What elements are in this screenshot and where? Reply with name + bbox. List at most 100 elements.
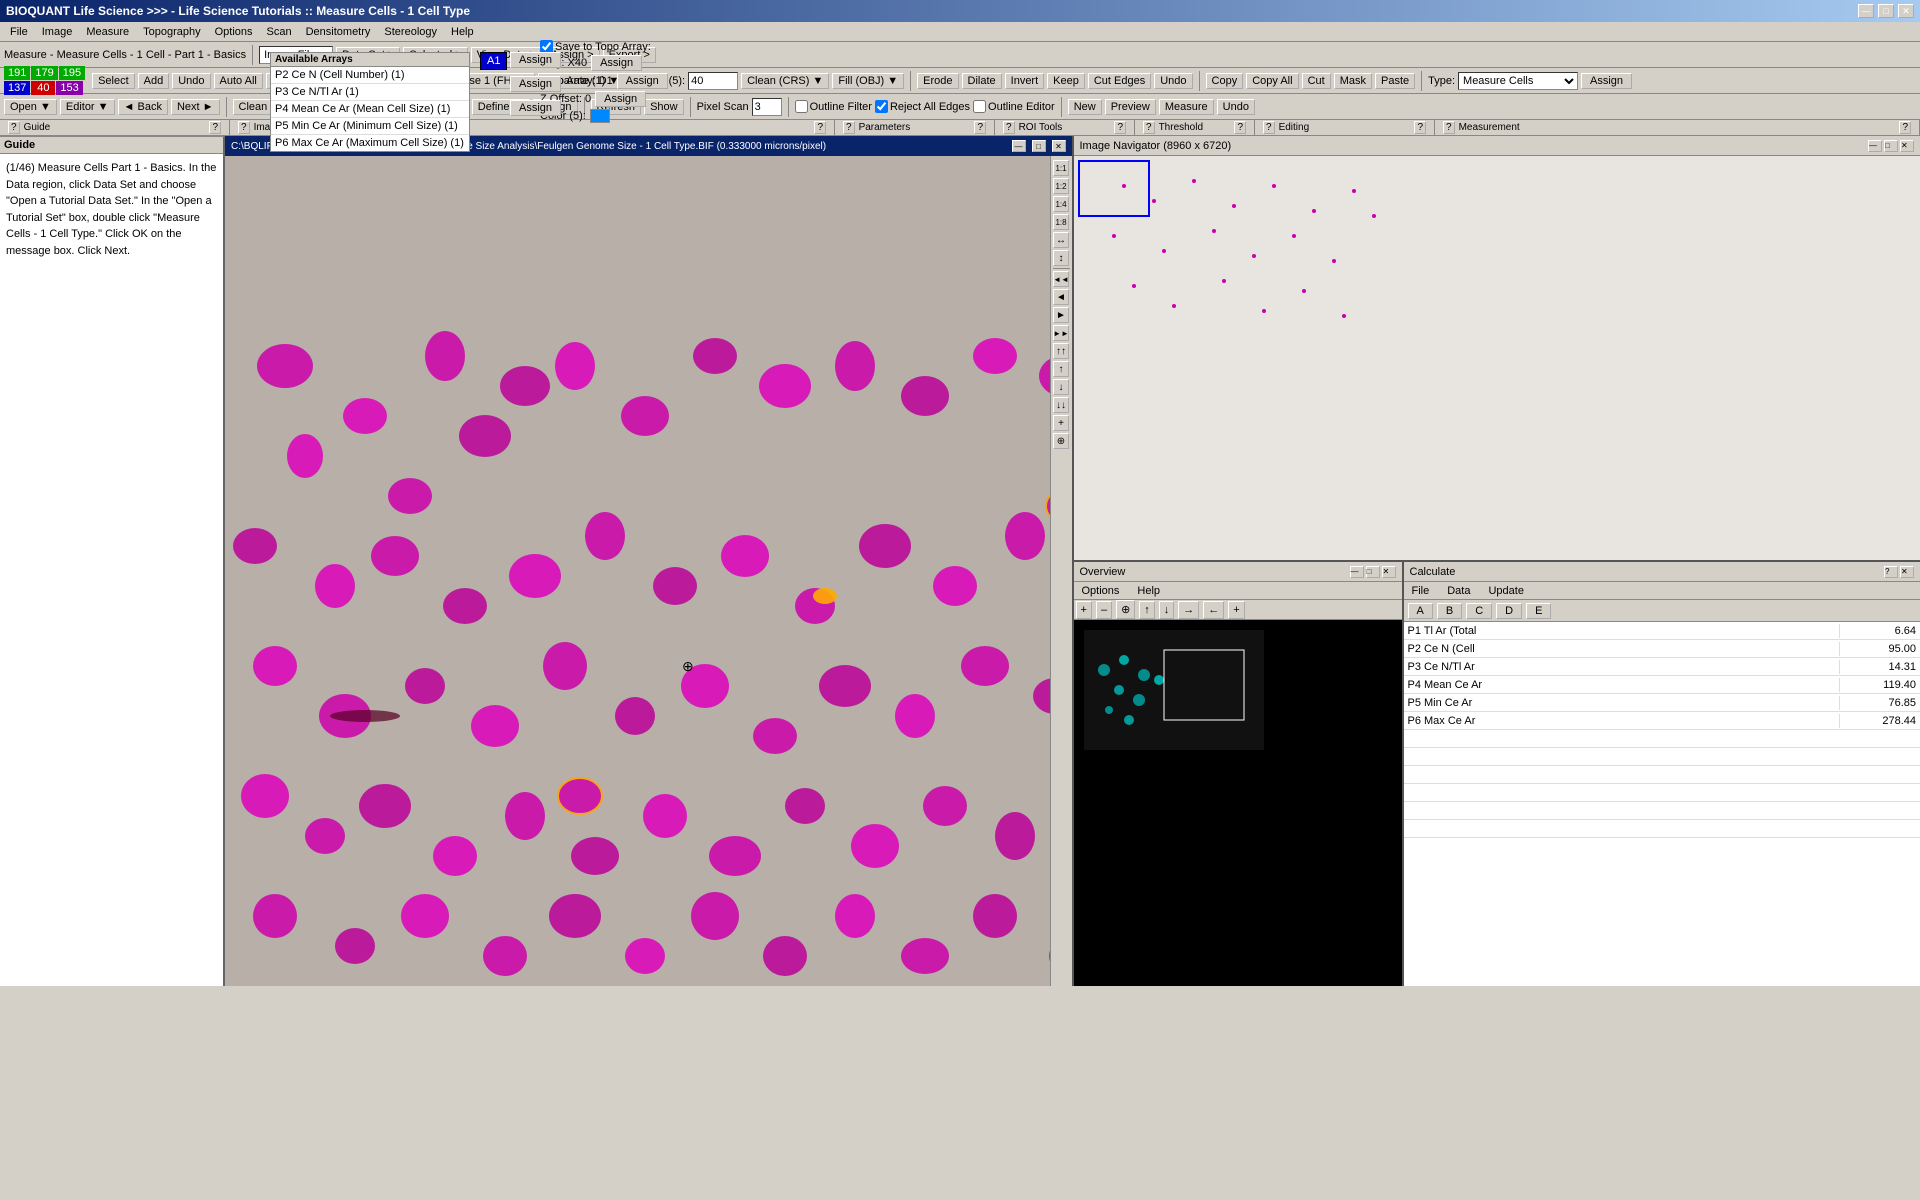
calc-tab-b[interactable]: B xyxy=(1437,603,1462,619)
nav-min-btn[interactable]: — xyxy=(1868,140,1882,152)
erode-btn[interactable]: Erode xyxy=(917,73,958,89)
maximize-btn[interactable]: □ xyxy=(1878,4,1894,18)
pan-left-left[interactable]: ◄◄ xyxy=(1053,271,1069,287)
cut-btn[interactable]: Cut xyxy=(1302,73,1331,89)
measure-assign-btn[interactable]: Assign xyxy=(1581,73,1632,89)
measure-type-select[interactable]: Measure Cells xyxy=(1458,72,1578,90)
calc-tab-d[interactable]: D xyxy=(1496,603,1522,619)
menu-image[interactable]: Image xyxy=(36,24,79,40)
pan-down[interactable]: ↓ xyxy=(1053,379,1069,395)
add-btn[interactable]: Add xyxy=(138,73,170,89)
menu-scan[interactable]: Scan xyxy=(261,24,298,40)
measure-execute-btn[interactable]: Measure xyxy=(1159,99,1214,115)
assign-btn-3[interactable]: Assign xyxy=(510,100,561,116)
calc-data-menu[interactable]: Data xyxy=(1443,584,1474,598)
outline-editor-label[interactable]: Outline Editor xyxy=(973,100,1055,113)
help-edit2[interactable]: ? xyxy=(1414,121,1426,134)
editor-btn[interactable]: Editor ▼ xyxy=(60,99,115,115)
help-thresh[interactable]: ? xyxy=(1143,121,1155,134)
scale-1-8[interactable]: 1:8 xyxy=(1053,214,1069,230)
help-meas[interactable]: ? xyxy=(1443,121,1455,134)
ov-center-btn[interactable]: ⊕ xyxy=(1116,600,1135,619)
assign-zoffset[interactable]: Assign xyxy=(595,91,646,107)
reject-edges-label[interactable]: Reject All Edges xyxy=(875,100,970,113)
ov-down-btn[interactable]: ↓ xyxy=(1159,601,1175,619)
ov-fit-btn[interactable]: + xyxy=(1228,601,1244,619)
copy-all-btn[interactable]: Copy All xyxy=(1246,73,1298,89)
array-item-p2[interactable]: P2 Ce N (Cell Number) (1) xyxy=(271,67,469,84)
menu-densitometry[interactable]: Densitometry xyxy=(300,24,377,40)
clean-btn[interactable]: Clean xyxy=(233,99,274,115)
pan-left[interactable]: ◄ xyxy=(1053,289,1069,305)
mask-btn[interactable]: Mask xyxy=(1334,73,1372,89)
overview-close[interactable]: ✕ xyxy=(1382,566,1396,578)
calc-update-menu[interactable]: Update xyxy=(1484,584,1527,598)
outline-filter-checkbox[interactable] xyxy=(795,100,808,113)
assign-btn-2[interactable]: Assign xyxy=(510,76,561,92)
fit-w-btn[interactable]: ↔ xyxy=(1053,232,1069,248)
outline-editor-checkbox[interactable] xyxy=(973,100,986,113)
menu-help[interactable]: Help xyxy=(445,24,480,40)
pan-up[interactable]: ↑ xyxy=(1053,361,1069,377)
new-measure-btn[interactable]: New xyxy=(1068,99,1102,115)
copy-editing-btn[interactable]: Copy xyxy=(1206,73,1244,89)
scale-1-1[interactable]: 1:1 xyxy=(1053,160,1069,176)
ov-plus-btn[interactable]: + xyxy=(1076,601,1092,619)
array-item-p3[interactable]: P3 Ce N/Tl Ar (1) xyxy=(271,84,469,101)
ov-left-btn[interactable]: ← xyxy=(1203,601,1224,619)
nav-close-btn[interactable]: ✕ xyxy=(1900,140,1914,152)
assign-btn-top[interactable]: Assign xyxy=(510,52,561,68)
zoom-fit[interactable]: ⊕ xyxy=(1053,433,1069,449)
help-roi2[interactable]: ? xyxy=(1114,121,1126,134)
help-edit[interactable]: ? xyxy=(1263,121,1275,134)
array-item-p5[interactable]: P5 Min Ce Ar (Minimum Cell Size) (1) xyxy=(271,118,469,135)
select-btn[interactable]: Select xyxy=(92,73,135,89)
calc-file-menu[interactable]: File xyxy=(1408,584,1434,598)
img-minimize-btn[interactable]: — xyxy=(1012,140,1026,152)
open-btn[interactable]: Open ▼ xyxy=(4,99,57,115)
clean-crs-btn[interactable]: Clean (CRS) ▼ xyxy=(741,73,829,89)
overview-help-menu[interactable]: Help xyxy=(1133,584,1164,598)
overview-options-menu[interactable]: Options xyxy=(1078,584,1124,598)
array-item-p6[interactable]: P6 Max Ce Ar (Maximum Cell Size) (1) xyxy=(271,135,469,152)
zoom-in[interactable]: + xyxy=(1053,415,1069,431)
undo-measure-btn[interactable]: Undo xyxy=(1217,99,1255,115)
calc-close-btn[interactable]: ✕ xyxy=(1900,566,1914,578)
menu-topography[interactable]: Topography xyxy=(137,24,207,40)
preview-btn[interactable]: Preview xyxy=(1105,99,1156,115)
img-close-btn[interactable]: ✕ xyxy=(1052,140,1066,152)
close-btn[interactable]: ✕ xyxy=(1898,4,1914,18)
scale-1-4[interactable]: 1:4 xyxy=(1053,196,1069,212)
overview-min[interactable]: — xyxy=(1350,566,1364,578)
assign-mag[interactable]: Assign xyxy=(591,55,642,71)
next-btn[interactable]: Next ► xyxy=(171,99,220,115)
keep-btn[interactable]: Keep xyxy=(1047,73,1085,89)
calc-tab-a[interactable]: A xyxy=(1408,603,1433,619)
help-meas2[interactable]: ? xyxy=(1899,121,1911,134)
fill-obj-btn[interactable]: Fill (OBJ) ▼ xyxy=(832,73,904,89)
fit-h-btn[interactable]: ↕ xyxy=(1053,250,1069,266)
help-guide2[interactable]: ? xyxy=(209,121,221,134)
help-guide[interactable]: ? xyxy=(8,121,20,134)
calc-help-btn[interactable]: ? xyxy=(1884,566,1898,578)
nav-max-btn[interactable]: □ xyxy=(1884,140,1898,152)
invert-btn[interactable]: Invert xyxy=(1005,73,1045,89)
reject-edges-checkbox[interactable] xyxy=(875,100,888,113)
menu-options[interactable]: Options xyxy=(209,24,259,40)
back-btn[interactable]: ◄ Back xyxy=(118,99,168,115)
dilate-btn[interactable]: Dilate xyxy=(962,73,1002,89)
undo-select-btn[interactable]: Undo xyxy=(172,73,210,89)
available-arrays-list[interactable]: Available Arrays P2 Ce N (Cell Number) (… xyxy=(270,52,470,152)
pan-up-up[interactable]: ↑↑ xyxy=(1053,343,1069,359)
cut-edges-btn[interactable]: Cut Edges xyxy=(1088,73,1151,89)
menu-measure[interactable]: Measure xyxy=(80,24,135,40)
ov-up-btn[interactable]: ↑ xyxy=(1139,601,1155,619)
pan-right[interactable]: ► xyxy=(1053,307,1069,323)
array-item-p4[interactable]: P4 Mean Ce Ar (Mean Cell Size) (1) xyxy=(271,101,469,118)
overview-max[interactable]: □ xyxy=(1366,566,1380,578)
scale-1-2[interactable]: 1:2 xyxy=(1053,178,1069,194)
img-maximize-btn[interactable]: □ xyxy=(1032,140,1046,152)
pan-right-right[interactable]: ►► xyxy=(1053,325,1069,341)
pan-down-down[interactable]: ↓↓ xyxy=(1053,397,1069,413)
color-swatch[interactable] xyxy=(590,109,610,123)
